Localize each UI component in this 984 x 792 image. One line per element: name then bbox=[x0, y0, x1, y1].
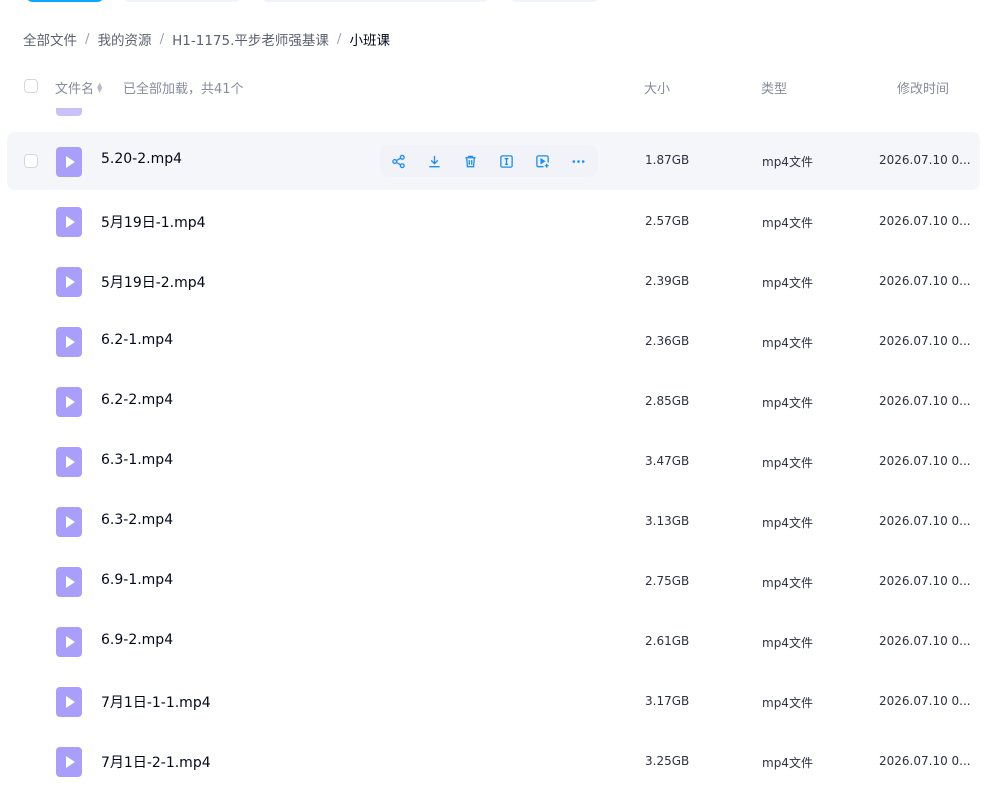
file-modified-time: 2026.07.10 0... bbox=[879, 454, 971, 468]
file-row[interactable]: 6.3-1.mp4 3.47GB mp4文件 2026.07.10 0... bbox=[7, 432, 980, 492]
file-size: 2.61GB bbox=[645, 634, 690, 648]
file-size: 2.75GB bbox=[645, 574, 690, 588]
breadcrumb-item-course-folder[interactable]: H1-1175.平步老师强基课 bbox=[172, 29, 329, 49]
file-size: 3.25GB bbox=[645, 754, 690, 768]
file-type: mp4文件 bbox=[762, 636, 813, 650]
toolbar-button[interactable] bbox=[508, 0, 600, 2]
file-type: mp4文件 bbox=[762, 756, 813, 770]
more-icon[interactable] bbox=[560, 145, 596, 177]
file-row[interactable]: 7月1日-1-1.mp4 3.17GB mp4文件 2026.07.10 0..… bbox=[7, 672, 980, 732]
file-size: 2.36GB bbox=[645, 334, 690, 348]
file-name[interactable]: 6.3-2.mp4 bbox=[101, 512, 173, 528]
upload-button[interactable] bbox=[25, 0, 105, 2]
file-list: 5.20-2.mp4 1.87GB mp4文件 2026.07.10 0... bbox=[7, 132, 980, 792]
file-size: 1.87GB bbox=[645, 153, 690, 167]
file-type: mp4文件 bbox=[762, 456, 813, 470]
file-name[interactable]: 6.2-1.mp4 bbox=[101, 332, 173, 348]
column-header-size[interactable]: 大小 bbox=[644, 78, 670, 97]
file-size: 2.85GB bbox=[645, 394, 690, 408]
file-name[interactable]: 6.2-2.mp4 bbox=[101, 392, 173, 408]
file-row[interactable]: 5.20-2.mp4 1.87GB mp4文件 2026.07.10 0... bbox=[7, 132, 980, 190]
breadcrumb-current-folder: 小班课 bbox=[349, 33, 390, 49]
video-file-icon bbox=[56, 687, 82, 717]
file-modified-time: 2026.07.10 0... bbox=[879, 574, 971, 588]
file-type: mp4文件 bbox=[762, 216, 813, 230]
file-row[interactable]: 7月1日-2-1.mp4 3.25GB mp4文件 2026.07.10 0..… bbox=[7, 732, 980, 792]
rename-icon[interactable] bbox=[488, 145, 524, 177]
breadcrumb-separator: / bbox=[159, 31, 165, 47]
file-type: mp4文件 bbox=[762, 396, 813, 410]
video-file-icon bbox=[56, 327, 82, 357]
video-file-icon bbox=[56, 507, 82, 537]
file-type: mp4文件 bbox=[762, 576, 813, 590]
add-to-playlist-icon[interactable] bbox=[524, 145, 560, 177]
video-file-icon bbox=[56, 108, 82, 116]
column-header-modified-time[interactable]: 修改时间 bbox=[897, 78, 949, 97]
file-name[interactable]: 5月19日-2.mp4 bbox=[101, 272, 206, 292]
file-size: 2.39GB bbox=[645, 274, 690, 288]
file-list-header: 文件名 ▲ ▼ 已全部加载，共41个 大小 类型 修改时间 bbox=[0, 70, 984, 102]
file-name[interactable]: 6.3-1.mp4 bbox=[101, 452, 173, 468]
file-modified-time: 2026.07.10 0... bbox=[879, 754, 971, 768]
top-toolbar-buttons bbox=[0, 0, 984, 2]
file-name[interactable]: 5.20-2.mp4 bbox=[101, 151, 182, 167]
video-file-icon bbox=[56, 267, 82, 297]
file-modified-time: 2026.07.10 0... bbox=[879, 694, 971, 708]
column-header-name[interactable]: 文件名 ▲ ▼ bbox=[55, 78, 102, 97]
share-icon[interactable] bbox=[380, 145, 416, 177]
file-type: mp4文件 bbox=[762, 276, 813, 290]
file-row[interactable]: 5月19日-2.mp4 2.39GB mp4文件 2026.07.10 0... bbox=[7, 252, 980, 312]
row-checkbox[interactable] bbox=[24, 154, 38, 168]
file-type: mp4文件 bbox=[762, 155, 813, 169]
file-row[interactable]: 6.2-1.mp4 2.36GB mp4文件 2026.07.10 0... bbox=[7, 312, 980, 372]
breadcrumb-separator: / bbox=[85, 31, 90, 47]
select-all-checkbox[interactable] bbox=[24, 79, 38, 93]
file-name[interactable]: 5月19日-1.mp4 bbox=[101, 212, 206, 232]
file-size: 3.47GB bbox=[645, 454, 690, 468]
file-modified-time: 2026.07.10 0... bbox=[879, 394, 971, 408]
file-type: mp4文件 bbox=[762, 516, 813, 530]
video-file-icon bbox=[56, 207, 82, 237]
video-file-icon bbox=[56, 627, 82, 657]
file-name[interactable]: 6.9-2.mp4 bbox=[101, 632, 173, 648]
file-modified-time: 2026.07.10 0... bbox=[879, 334, 971, 348]
file-modified-time: 2026.07.10 0... bbox=[879, 634, 971, 648]
file-modified-time: 2026.07.10 0... bbox=[879, 274, 971, 288]
row-action-bar bbox=[380, 145, 598, 177]
file-size: 3.17GB bbox=[645, 694, 690, 708]
file-type: mp4文件 bbox=[762, 696, 813, 710]
file-size: 3.13GB bbox=[645, 514, 690, 528]
download-icon[interactable] bbox=[416, 145, 452, 177]
breadcrumb-item-my-resources[interactable]: 我的资源 bbox=[98, 29, 152, 49]
file-row[interactable]: 6.2-2.mp4 2.85GB mp4文件 2026.07.10 0... bbox=[7, 372, 980, 432]
video-file-icon bbox=[56, 447, 82, 477]
sort-icon[interactable]: ▲ ▼ bbox=[97, 81, 102, 93]
file-row[interactable]: 5月19日-1.mp4 2.57GB mp4文件 2026.07.10 0... bbox=[7, 192, 980, 252]
file-type: mp4文件 bbox=[762, 336, 813, 350]
column-header-type[interactable]: 类型 bbox=[761, 78, 787, 97]
file-name[interactable]: 7月1日-1-1.mp4 bbox=[101, 692, 211, 712]
file-row[interactable]: 6.9-2.mp4 2.61GB mp4文件 2026.07.10 0... bbox=[7, 612, 980, 672]
file-name[interactable]: 7月1日-2-1.mp4 bbox=[101, 752, 211, 772]
breadcrumb-separator: / bbox=[336, 31, 342, 47]
toolbar-button[interactable] bbox=[260, 0, 490, 2]
file-modified-time: 2026.07.10 0... bbox=[879, 153, 971, 167]
breadcrumb: 全部文件 / 我的资源 / H1-1175.平步老师强基课 / 小班课 bbox=[23, 29, 390, 49]
file-modified-time: 2026.07.10 0... bbox=[879, 214, 971, 228]
file-name[interactable]: 6.9-1.mp4 bbox=[101, 572, 173, 588]
video-file-icon bbox=[56, 567, 82, 597]
video-file-icon bbox=[56, 747, 82, 777]
file-modified-time: 2026.07.10 0... bbox=[879, 514, 971, 528]
file-row[interactable]: 6.9-1.mp4 2.75GB mp4文件 2026.07.10 0... bbox=[7, 552, 980, 612]
toolbar-button[interactable] bbox=[122, 0, 242, 2]
breadcrumb-item-all-files[interactable]: 全部文件 bbox=[23, 29, 77, 49]
file-size: 2.57GB bbox=[645, 214, 690, 228]
delete-icon[interactable] bbox=[452, 145, 488, 177]
file-count-status: 已全部加载，共41个 bbox=[123, 82, 244, 97]
video-file-icon bbox=[56, 147, 82, 177]
video-file-icon bbox=[56, 387, 82, 417]
file-row[interactable]: 6.3-2.mp4 3.13GB mp4文件 2026.07.10 0... bbox=[7, 492, 980, 552]
